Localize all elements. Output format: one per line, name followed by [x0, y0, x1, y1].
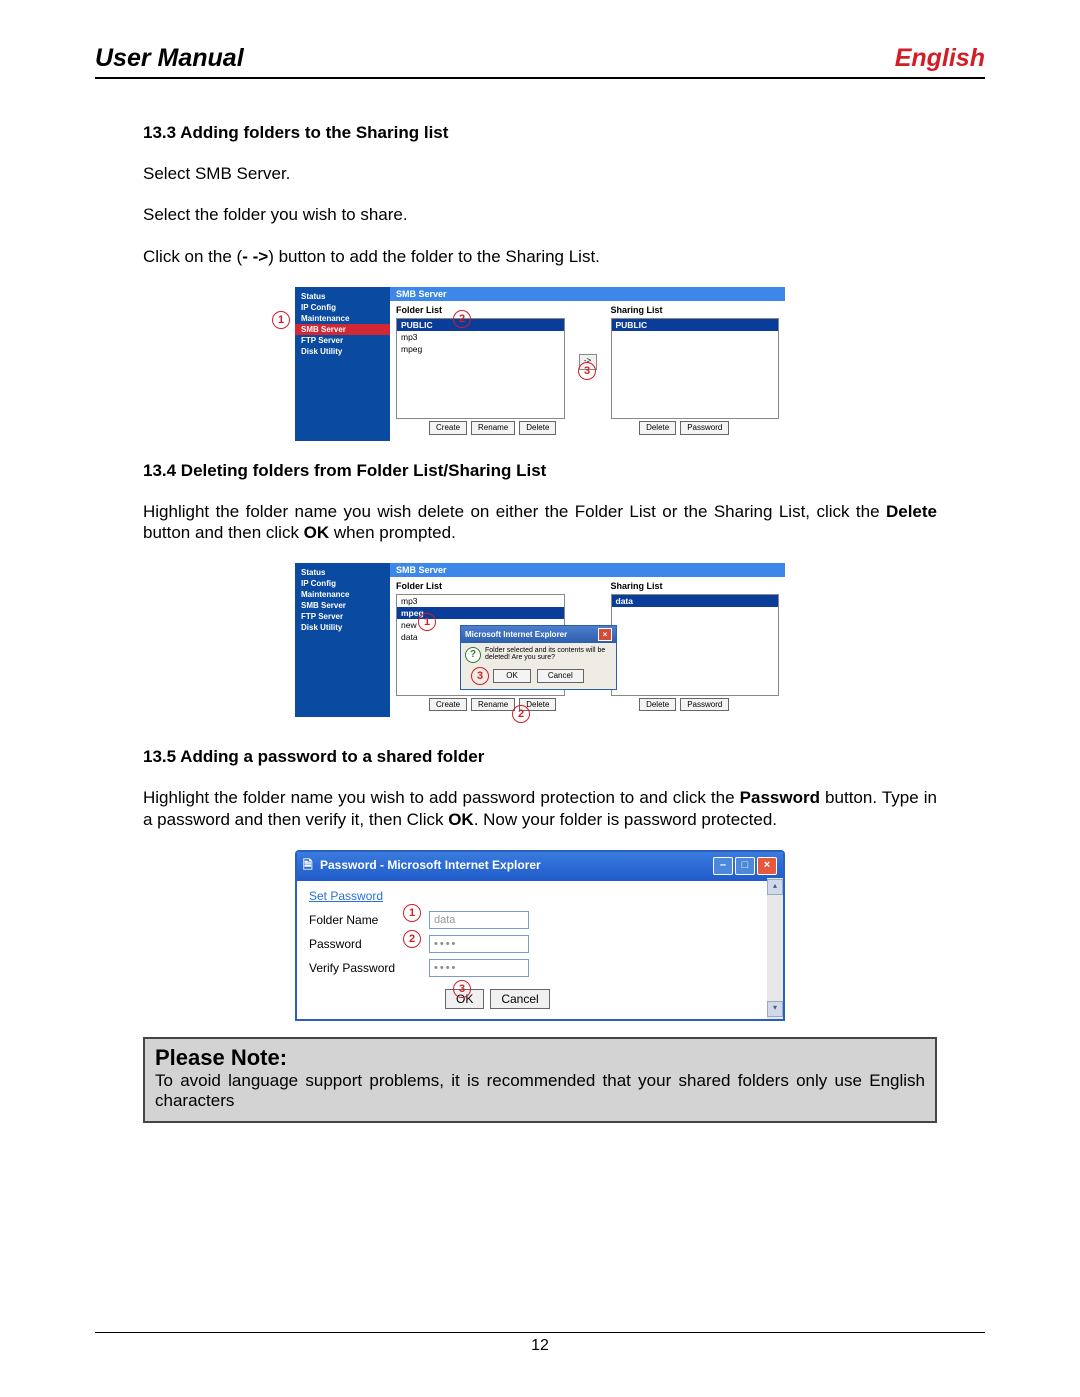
- list-item[interactable]: PUBLIC: [397, 319, 564, 331]
- panel-title: SMB Server: [390, 287, 785, 301]
- annotation-1: 1: [272, 311, 290, 329]
- annotation-2: 2: [403, 930, 421, 948]
- header-right: English: [895, 44, 985, 73]
- delete-button[interactable]: Delete: [519, 421, 556, 435]
- text-13-5: Highlight the folder name you wish to ad…: [143, 787, 937, 830]
- annotation-3: 3: [453, 980, 471, 998]
- sidebar-item-status[interactable]: Status: [295, 567, 390, 578]
- close-icon[interactable]: ×: [598, 628, 612, 641]
- screenshot-delete-folder: 1 2 3 Status IP Config Maintenance SMB S…: [295, 563, 785, 717]
- scroll-down-icon[interactable]: ▾: [767, 1001, 783, 1017]
- maximize-icon[interactable]: □: [735, 857, 755, 875]
- text-13-4: Highlight the folder name you wish delet…: [143, 501, 937, 544]
- sidebar-item-ipconfig[interactable]: IP Config: [295, 302, 390, 313]
- sidebar-item-ftpserver[interactable]: FTP Server: [295, 335, 390, 346]
- folder-list-label: Folder List: [396, 581, 565, 591]
- sidebar-item-maintenance[interactable]: Maintenance: [295, 313, 390, 324]
- panel-title: SMB Server: [390, 563, 785, 577]
- text-13-3-p2: Select the folder you wish to share.: [143, 204, 937, 225]
- cancel-button[interactable]: Cancel: [490, 989, 549, 1009]
- sidebar: Status IP Config Maintenance SMB Server …: [295, 563, 390, 717]
- password-button[interactable]: Password: [680, 698, 729, 712]
- close-icon[interactable]: ×: [757, 857, 777, 875]
- note-title: Please Note:: [155, 1045, 925, 1071]
- rename-button[interactable]: Rename: [471, 698, 515, 712]
- note-box: Please Note: To avoid language support p…: [143, 1037, 937, 1123]
- sidebar: Status IP Config Maintenance SMB Server …: [295, 287, 390, 441]
- create-button[interactable]: Create: [429, 698, 467, 712]
- screenshot-password-dialog: 1 2 3 🗎 Password - Microsoft Internet Ex…: [295, 850, 785, 1021]
- folder-list[interactable]: PUBLIC mp3 mpeg: [396, 318, 565, 419]
- folder-name-field: data: [429, 911, 529, 929]
- sidebar-item-smbserver[interactable]: SMB Server: [295, 324, 390, 335]
- section-label: Set Password: [309, 889, 771, 903]
- rename-button[interactable]: Rename: [471, 421, 515, 435]
- minimize-icon[interactable]: –: [713, 857, 733, 875]
- scrollbar[interactable]: ▴ ▾: [767, 878, 783, 1019]
- sharing-list-label: Sharing List: [611, 581, 780, 591]
- page-footer: 12: [95, 1332, 985, 1355]
- verify-password-label: Verify Password: [309, 961, 429, 975]
- scroll-up-icon[interactable]: ▴: [767, 879, 783, 895]
- page-header: User Manual English: [95, 44, 985, 79]
- heading-13-5: 13.5 Adding a password to a shared folde…: [143, 747, 937, 767]
- dialog-title: Password - Microsoft Internet Explorer: [320, 858, 541, 872]
- sharing-list[interactable]: PUBLIC: [611, 318, 780, 419]
- annotation-2: 2: [453, 310, 471, 328]
- list-item[interactable]: mpeg: [397, 343, 564, 355]
- list-item[interactable]: PUBLIC: [612, 319, 779, 331]
- folder-list-label: Folder List: [396, 305, 565, 315]
- screenshot-add-folder: 1 2 3 Status IP Config Maintenance SMB S…: [295, 287, 785, 441]
- sharing-list[interactable]: data: [611, 594, 780, 695]
- question-icon: ?: [465, 647, 481, 663]
- list-item[interactable]: data: [612, 595, 779, 607]
- annotation-1: 1: [403, 904, 421, 922]
- dialog-message: Folder selected and its contents will be…: [485, 647, 612, 661]
- sidebar-item-maintenance[interactable]: Maintenance: [295, 589, 390, 600]
- password-field[interactable]: ••••: [429, 935, 529, 953]
- header-left: User Manual: [95, 44, 244, 73]
- page-number: 12: [531, 1337, 549, 1354]
- sidebar-item-diskutility[interactable]: Disk Utility: [295, 622, 390, 633]
- list-item[interactable]: mp3: [397, 595, 564, 607]
- verify-password-field[interactable]: ••••: [429, 959, 529, 977]
- annotation-3: 3: [578, 362, 596, 380]
- create-button[interactable]: Create: [429, 421, 467, 435]
- heading-13-4: 13.4 Deleting folders from Folder List/S…: [143, 461, 937, 481]
- sidebar-item-ipconfig[interactable]: IP Config: [295, 578, 390, 589]
- delete-button[interactable]: Delete: [639, 698, 676, 712]
- cancel-button[interactable]: Cancel: [537, 669, 584, 683]
- sidebar-item-smbserver[interactable]: SMB Server: [295, 600, 390, 611]
- dialog-title: Microsoft Internet Explorer: [465, 630, 567, 639]
- sidebar-item-diskutility[interactable]: Disk Utility: [295, 346, 390, 357]
- list-item[interactable]: mp3: [397, 331, 564, 343]
- sidebar-item-ftpserver[interactable]: FTP Server: [295, 611, 390, 622]
- ok-button[interactable]: OK: [493, 669, 531, 683]
- text-13-3-p1: Select SMB Server.: [143, 163, 937, 184]
- text-13-3-p3: Click on the (- ->) button to add the fo…: [143, 246, 937, 267]
- annotation-2: 2: [512, 705, 530, 723]
- ie-icon: 🗎: [303, 858, 313, 872]
- note-body: To avoid language support problems, it i…: [155, 1071, 925, 1111]
- heading-13-3: 13.3 Adding folders to the Sharing list: [143, 123, 937, 143]
- sharing-list-label: Sharing List: [611, 305, 780, 315]
- sidebar-item-status[interactable]: Status: [295, 291, 390, 302]
- password-button[interactable]: Password: [680, 421, 729, 435]
- delete-button[interactable]: Delete: [639, 421, 676, 435]
